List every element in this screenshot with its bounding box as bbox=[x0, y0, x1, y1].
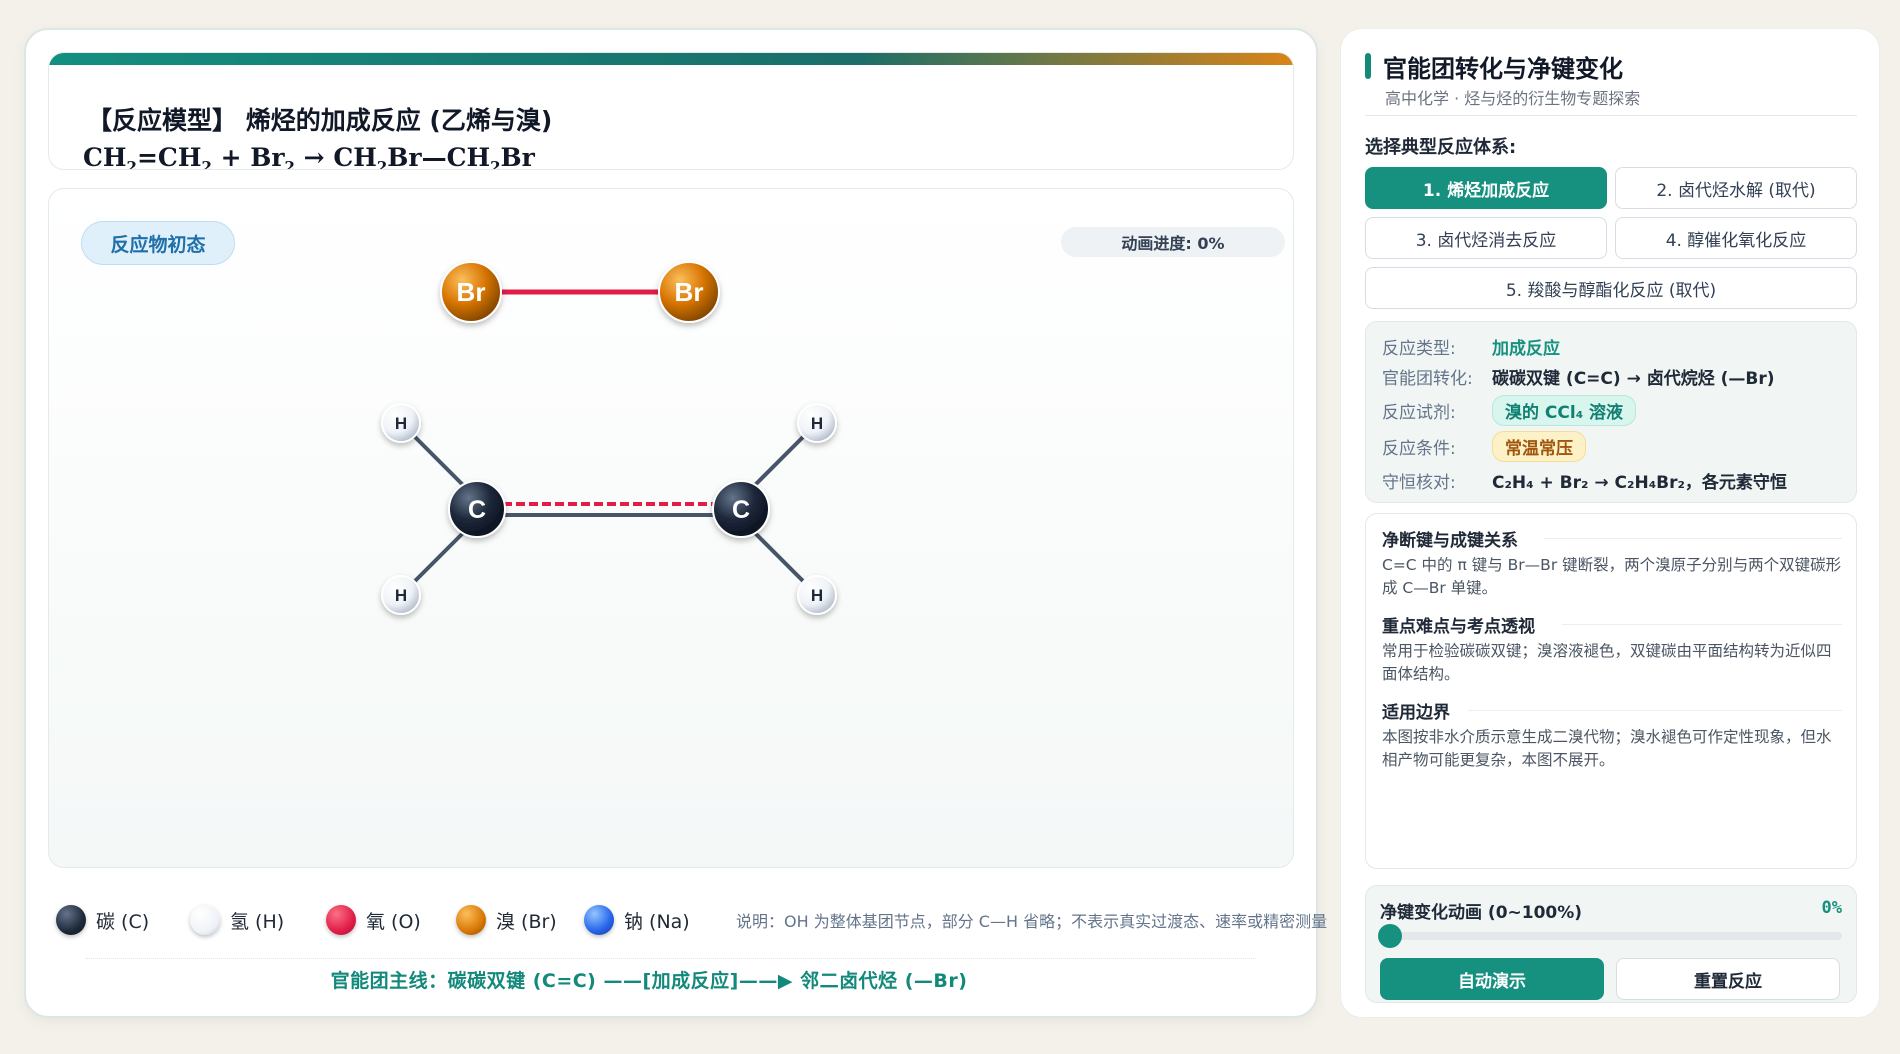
info-row-type: 反应类型: 加成反应 bbox=[1382, 332, 1560, 360]
info-row-condition: 反应条件: 常温常压 bbox=[1382, 430, 1586, 462]
note-body: C=C 中的 π 键与 Br—Br 键断裂，两个溴原子分别与两个双键碳形成 C—… bbox=[1382, 556, 1842, 597]
reaction-button-haloalkane-elimination[interactable]: 3. 卤代烃消去反应 bbox=[1365, 217, 1607, 259]
info-key: 守恒核对: bbox=[1382, 472, 1456, 493]
sodium-dot-icon bbox=[584, 905, 614, 935]
info-key: 反应类型: bbox=[1382, 338, 1456, 359]
condition-tag: 常温常压 bbox=[1492, 430, 1586, 462]
reaction-equation: CH2=CH2 + Br2 → CH2Br—CH2Br bbox=[83, 143, 535, 170]
reaction-type-value: 加成反应 bbox=[1492, 338, 1560, 359]
note-body: 本图按非水介质示意生成二溴代物；溴水褪色可作定性现象，但水相产物可能更复杂，本图… bbox=[1382, 728, 1832, 769]
reaction-button-alcohol-oxidation[interactable]: 4. 醇催化氧化反应 bbox=[1615, 217, 1857, 259]
legend-label: 氧 (O) bbox=[366, 910, 421, 933]
legend-item-sodium: 钠 (Na) bbox=[584, 900, 690, 940]
note-heading-rule bbox=[1544, 538, 1842, 539]
hydrogen-dot-icon bbox=[190, 905, 220, 935]
reaction-model-card: 【反应模型】 烯烃的加成反应 (乙烯与溴) CH2=CH2 + Br2 → CH… bbox=[24, 28, 1327, 1018]
reaction-button-haloalkane-hydrolysis[interactable]: 2. 卤代烃水解 (取代) bbox=[1615, 167, 1857, 209]
model-title: 【反应模型】 烯烃的加成反应 (乙烯与溴) bbox=[87, 106, 553, 135]
h-atom-bottom-right-label: H bbox=[811, 586, 823, 605]
legend-item-bromine: 溴 (Br) bbox=[456, 900, 557, 940]
note-heading: 重点难点与考点透视 bbox=[1382, 617, 1535, 637]
reset-reaction-button[interactable]: 重置反应 bbox=[1616, 958, 1840, 1000]
legend-item-hydrogen: 氢 (H) bbox=[190, 900, 284, 940]
legend-item-oxygen: 氧 (O) bbox=[326, 900, 421, 940]
h-atom-top-left-label: H bbox=[395, 414, 407, 433]
molecule-stage: 反应物初态 动画进度: 0% Br Br C C H H H H bbox=[48, 188, 1294, 868]
note-body: 常用于检验碳碳双键；溴溶液褪色，双键碳由平面结构转为近似四面体结构。 bbox=[1382, 642, 1832, 683]
br-atom-right-label: Br bbox=[675, 277, 704, 307]
side-divider bbox=[1365, 115, 1857, 116]
info-row-fg: 官能团转化: 碳碳双键 (C=C) → 卤代烷烃 (—Br) bbox=[1382, 362, 1775, 390]
note-heading: 净断键与成键关系 bbox=[1382, 531, 1518, 551]
info-key: 反应试剂: bbox=[1382, 402, 1456, 423]
fg-transform-value: 碳碳双键 (C=C) → 卤代烷烃 (—Br) bbox=[1492, 368, 1775, 389]
info-key: 反应条件: bbox=[1382, 438, 1456, 459]
side-title: 官能团转化与净键变化 bbox=[1383, 55, 1623, 83]
legend-item-carbon: 碳 (C) bbox=[56, 900, 149, 940]
br-atom-left-label: Br bbox=[457, 277, 486, 307]
legend-label: 钠 (Na) bbox=[624, 910, 690, 933]
info-key: 官能团转化: bbox=[1382, 368, 1473, 389]
animation-slider[interactable] bbox=[1378, 924, 1842, 948]
side-title-accent bbox=[1365, 53, 1371, 79]
note-heading-rule bbox=[1562, 624, 1842, 625]
reaction-button-alkene-addition[interactable]: 1. 烯烃加成反应 bbox=[1365, 167, 1607, 209]
mainline-divider bbox=[86, 958, 1256, 959]
note-heading: 适用边界 bbox=[1382, 703, 1450, 723]
title-accent-bar bbox=[49, 53, 1293, 65]
auto-demo-button[interactable]: 自动演示 bbox=[1380, 958, 1604, 1000]
slider-handle[interactable] bbox=[1378, 924, 1402, 948]
notes-card: 净断键与成键关系 C=C 中的 π 键与 Br—Br 键断裂，两个溴原子分别与两… bbox=[1365, 513, 1857, 869]
animation-label: 净键变化动画 (0~100%) bbox=[1380, 903, 1583, 923]
reaction-select-label: 选择典型反应体系: bbox=[1365, 137, 1517, 158]
h-atom-bottom-left-label: H bbox=[395, 586, 407, 605]
title-card: 【反应模型】 烯烃的加成反应 (乙烯与溴) CH2=CH2 + Br2 → CH… bbox=[48, 52, 1294, 170]
bond-animation-card: 净键变化动画 (0~100%) 0% 自动演示 重置反应 bbox=[1365, 885, 1857, 1003]
carbon-dot-icon bbox=[56, 905, 86, 935]
c-atom-right-label: C bbox=[732, 496, 750, 524]
reagent-tag: 溴的 CCl₄ 溶液 bbox=[1492, 394, 1637, 426]
info-row-reagent: 反应试剂: 溴的 CCl₄ 溶液 bbox=[1382, 394, 1637, 426]
bromine-dot-icon bbox=[456, 905, 486, 935]
reaction-button-esterification[interactable]: 5. 羧酸与醇酯化反应 (取代) bbox=[1365, 267, 1857, 309]
functional-group-mainline: 官能团主线：碳碳双键 (C=C) ——[加成反应]——▶ 邻二卤代烃 (—Br) bbox=[330, 970, 968, 992]
legend-note: 说明：OH 为整体基团节点，部分 C—H 省略；不表示真实过渡态、速率或精密测量 bbox=[736, 912, 1328, 931]
h-atom-top-right-label: H bbox=[811, 414, 823, 433]
conservation-value: C₂H₄ + Br₂ → C₂H₄Br₂，各元素守恒 bbox=[1492, 472, 1787, 493]
side-panel: 官能团转化与净键变化 高中化学 · 烃与烃的衍生物专题探索 选择典型反应体系: … bbox=[1340, 28, 1880, 1018]
legend-label: 溴 (Br) bbox=[496, 910, 557, 933]
animation-percent: 0% bbox=[1821, 898, 1842, 918]
molecule-diagram: Br Br C C H H H H bbox=[381, 261, 837, 615]
note-heading-rule bbox=[1468, 710, 1842, 711]
side-subtitle: 高中化学 · 烃与烃的衍生物专题探索 bbox=[1385, 89, 1641, 108]
info-row-conservation: 守恒核对: C₂H₄ + Br₂ → C₂H₄Br₂，各元素守恒 bbox=[1382, 466, 1787, 494]
c-atom-left-label: C bbox=[468, 496, 486, 524]
legend-label: 碳 (C) bbox=[96, 910, 150, 933]
legend-label: 氢 (H) bbox=[230, 910, 285, 933]
reaction-info-card: 反应类型: 加成反应 官能团转化: 碳碳双键 (C=C) → 卤代烷烃 (—Br… bbox=[1365, 321, 1857, 503]
atom-legend: 碳 (C) 氢 (H) 氧 (O) 溴 (Br) 钠 (Na) 说明：OH 为整… bbox=[56, 900, 1327, 940]
oxygen-dot-icon bbox=[326, 905, 356, 935]
